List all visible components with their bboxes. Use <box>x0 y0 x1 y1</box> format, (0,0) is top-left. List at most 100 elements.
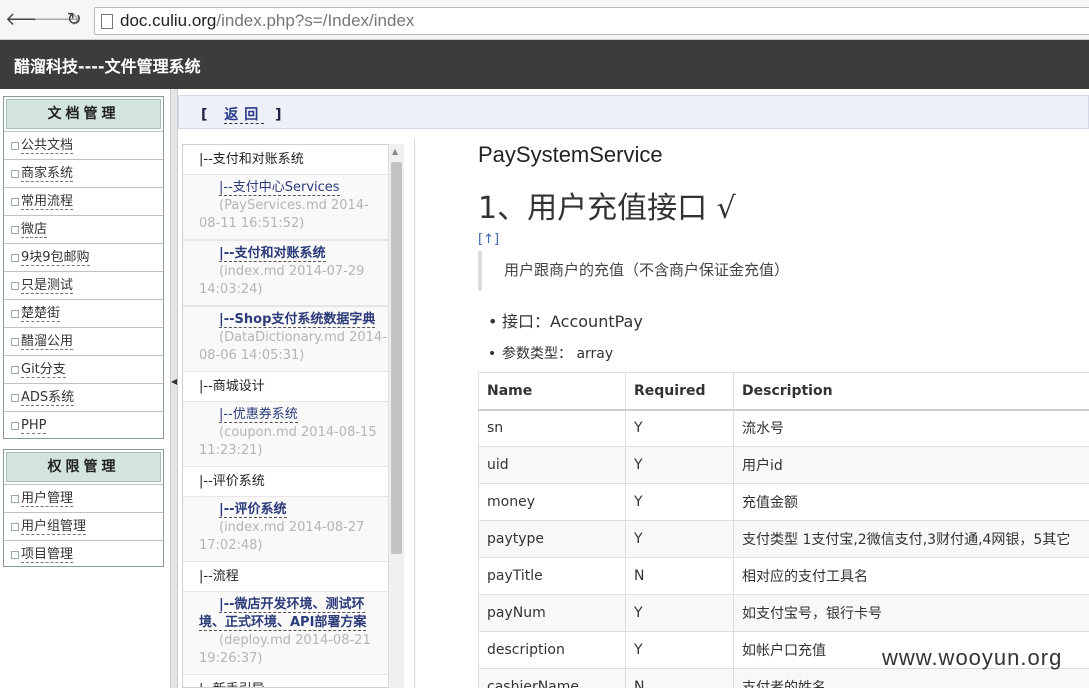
document-view: PaySystemService 1、用户充值接口 √ [↑] 用户跟商户的充值… <box>414 139 1089 688</box>
sidebar-item-git-branch[interactable]: Git分支 <box>4 355 163 383</box>
tree-node-icon <box>11 310 19 318</box>
param-type-item: 参数类型： array <box>488 339 643 371</box>
content-toolbar: [ 返回 ] <box>178 95 1089 129</box>
sidebar-splitter[interactable]: ◀ <box>170 89 178 688</box>
tree-node-icon <box>11 198 19 206</box>
doc-meta-line: 14:03:24) <box>199 282 263 297</box>
api-name-item: 接口：AccountPay <box>488 307 643 339</box>
file-tree-scrollbar[interactable]: ▲ <box>388 144 404 688</box>
sidebar-item-common-flows[interactable]: 常用流程 <box>4 187 163 215</box>
doc-link[interactable]: |--评价系统 <box>219 502 287 518</box>
sidebar-item-label: ADS系统 <box>21 390 75 406</box>
doc-meta-line: 08-06 14:05:31) <box>199 348 305 363</box>
table-row: money Y 充值金额 <box>478 483 1089 521</box>
doc-meta-line: (PayServices.md 2014- <box>219 198 369 213</box>
file-tree-content: |--支付和对账系统 |--支付中心Services (PayServices.… <box>183 145 389 687</box>
file-tree: |--支付和对账系统 |--支付中心Services (PayServices.… <box>182 144 404 688</box>
sidebar-item-php[interactable]: PHP <box>4 411 163 439</box>
reload-icon[interactable]: ↻ <box>63 8 85 32</box>
sidebar-item-user-management[interactable]: 用户管理 <box>4 484 163 512</box>
doc-meta: (deploy.md 2014-08-21 19:26:37) <box>199 633 371 666</box>
doc-meta: (index.md 2014-07-29 14:03:24) <box>199 264 364 297</box>
doc-link[interactable]: |--Shop支付系统数据字典 <box>219 312 376 328</box>
tree-node-icon <box>11 142 19 150</box>
sidebar-item-project-management[interactable]: 项目管理 <box>4 540 163 568</box>
doc-meta: (index.md 2014-08-27 17:02:48) <box>199 520 364 553</box>
doc-meta-line: 17:02:48) <box>199 538 263 553</box>
params-table: Name Required Description sn Y 流水号 uid Y… <box>478 372 1089 688</box>
cell-required: Y <box>625 631 734 669</box>
doc-meta: (PayServices.md 2014- 08-11 16:51:52) <box>199 198 369 231</box>
url-text[interactable]: doc.culiu.org/index.php?s=/Index/index <box>120 11 414 31</box>
sidebar: 文档管理 公共文档 商家系统 常用流程 微店 9块9包邮购 只是测试 楚楚街 醋… <box>0 89 170 688</box>
cell-name: cashierName <box>478 668 626 688</box>
api-info-list: 接口：AccountPay 参数类型： array <box>488 307 643 371</box>
cell-description: 如支付宝号，银行卡号 <box>733 594 1089 632</box>
cell-required: Y <box>625 409 734 447</box>
tree-node-icon <box>11 282 19 290</box>
doc-meta-line: (index.md 2014-08-27 <box>219 520 365 535</box>
close-bracket: ] <box>275 107 288 123</box>
sidebar-item-9k9[interactable]: 9块9包邮购 <box>4 243 163 271</box>
doc-item[interactable]: |--优惠券系统 (coupon.md 2014-08-15 11:23:21) <box>183 401 389 467</box>
doc-item[interactable]: |--Shop支付系统数据字典 (DataDictionary.md 2014-… <box>183 306 389 372</box>
folder-item[interactable]: |--支付和对账系统 <box>183 145 389 174</box>
doc-meta-line: (coupon.md 2014-08-15 <box>219 425 377 440</box>
sidebar-item-label: 公共文档 <box>21 138 74 154</box>
address-bar[interactable]: doc.culiu.org/index.php?s=/Index/index <box>94 7 1089 35</box>
cell-required: Y <box>625 446 734 484</box>
sidebar-item-test[interactable]: 只是测试 <box>4 271 163 299</box>
forward-arrow-icon[interactable]: 🡒 <box>33 8 81 32</box>
sidebar-item-label: 醋溜公用 <box>21 334 74 350</box>
doc-item[interactable]: |--评价系统 (index.md 2014-08-27 17:02:48) <box>183 496 389 562</box>
sidebar-item-chuchujie[interactable]: 楚楚街 <box>4 299 163 327</box>
folder-item[interactable]: |--商城设计 <box>183 372 389 401</box>
sidebar-item-culiu-common[interactable]: 醋溜公用 <box>4 327 163 355</box>
sidebar-item-merchant-system[interactable]: 商家系统 <box>4 159 163 187</box>
doc-item[interactable]: |--支付和对账系统 (index.md 2014-07-29 14:03:24) <box>183 240 389 306</box>
tree-node-icon <box>11 495 19 503</box>
sidebar-item-micro-shop[interactable]: 微店 <box>4 215 163 243</box>
sidebar-item-label: 楚楚街 <box>21 306 61 322</box>
collapse-left-icon[interactable]: ◀ <box>171 377 177 386</box>
cell-description: 支付者的姓名 <box>733 668 1089 688</box>
doc-link[interactable]: |--优惠券系统 <box>219 407 298 423</box>
doc-meta-line: (DataDictionary.md 2014- <box>219 330 387 345</box>
browser-toolbar: 🡐 🡒 ↻ doc.culiu.org/index.php?s=/Index/i… <box>0 0 1089 40</box>
back-to-top-link[interactable]: [↑] <box>478 232 499 247</box>
table-header-row: Name Required Description <box>478 372 1089 411</box>
folder-item[interactable]: |--评价系统 <box>183 467 389 496</box>
permissions-panel-title: 权限管理 <box>6 452 161 482</box>
back-arrow-icon[interactable]: 🡐 <box>5 8 53 32</box>
tree-node-icon <box>11 394 19 402</box>
table-row: sn Y 流水号 <box>478 409 1089 447</box>
sidebar-item-label: 只是测试 <box>21 278 74 294</box>
scroll-up-icon[interactable]: ▲ <box>392 147 398 156</box>
doc-link[interactable]: |--支付中心Services <box>219 180 340 196</box>
app-title: 醋溜科技----文件管理系统 <box>14 57 201 76</box>
doc-link[interactable]: |--微店开发环境、测试环境、正式环境、API部署方案 <box>199 597 367 631</box>
sidebar-item-label: 9块9包邮购 <box>21 250 90 266</box>
back-link[interactable]: 返回 <box>224 107 265 124</box>
doc-item[interactable]: |--支付中心Services (PayServices.md 2014- 08-… <box>183 174 389 240</box>
folder-item[interactable]: |--新手引导 <box>183 675 389 687</box>
sidebar-item-ads[interactable]: ADS系统 <box>4 383 163 411</box>
tree-node-icon <box>11 551 19 559</box>
folder-item[interactable]: |--流程 <box>183 562 389 591</box>
cell-name: money <box>478 483 626 521</box>
section-heading: 1、用户充值接口 √ <box>478 191 736 226</box>
tree-node-icon <box>11 170 19 178</box>
sidebar-item-group-management[interactable]: 用户组管理 <box>4 512 163 540</box>
doc-item[interactable]: |--微店开发环境、测试环境、正式环境、API部署方案 (deploy.md 2… <box>183 591 389 675</box>
doc-link[interactable]: |--支付和对账系统 <box>219 246 326 262</box>
column-header-name: Name <box>478 372 626 411</box>
doc-meta-line: 11:23:21) <box>199 443 263 458</box>
cell-description: 流水号 <box>733 409 1089 447</box>
doc-meta: (DataDictionary.md 2014- 08-06 14:05:31) <box>199 330 387 363</box>
scrollbar-thumb[interactable] <box>391 162 402 554</box>
url-host: doc.culiu.org <box>120 11 217 30</box>
cell-required: Y <box>625 483 734 521</box>
sidebar-item-label: 用户组管理 <box>21 519 87 535</box>
cell-description: 用户id <box>733 446 1089 484</box>
sidebar-item-public-docs[interactable]: 公共文档 <box>4 131 163 159</box>
